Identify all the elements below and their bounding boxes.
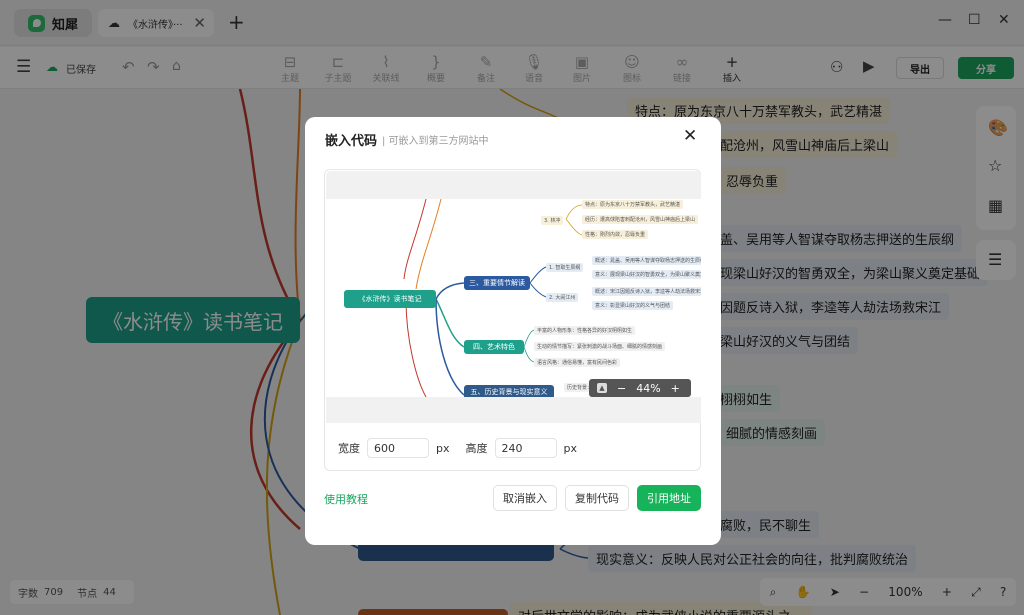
embed-preview-panel: 《水浒传》读书笔记 三、重要情节解读 四、艺术特色 五、历史背景与现实意义 3.… [324,169,701,471]
width-label: 宽度 [338,442,360,455]
preview-branch-node: 三、重要情节解读 [464,276,530,290]
copy-code-button[interactable]: 复制代码 [565,485,629,511]
preview-leaf: 语言风格：通俗易懂，富有民间色彩 [534,358,621,367]
preview-leaf: 特点：原为东京八十万禁军教头，武艺精湛 [582,200,684,209]
embed-code-dialog: 嵌入代码 | 可嵌入到第三方网站中 ✕ 《水浒传》读书笔记 三、重要情节解读 四… [305,117,721,545]
cite-url-button[interactable]: 引用地址 [637,485,701,511]
preview-zoom-out[interactable]: − [617,382,626,395]
preview-leaf: 经历：遭高俅陷害刺配沧州，风雪山神庙后上梁山 [582,215,699,224]
embed-preview[interactable]: 《水浒传》读书笔记 三、重要情节解读 四、艺术特色 五、历史背景与现实意义 3.… [326,171,701,423]
preview-subnode: 1. 智取生辰纲 [546,263,584,272]
preview-leaf: 意义：展现梁山好汉的智勇双全，为梁山聚义奠定基础 [592,270,701,279]
preview-leaf: 性格：刚烈内敛，忍辱负重 [582,230,649,239]
tutorial-link[interactable]: 使用教程 [324,491,368,507]
height-input[interactable] [494,438,557,458]
preview-leaf: 意义：彰显梁山好汉的义气与团结 [592,301,674,310]
preview-leaf: 概述：晁盖、吴用等人智谋夺取杨志押送的生辰纲 [592,256,701,265]
width-input[interactable] [367,438,429,458]
preview-leaf: 概述：宋江因题反诗入狱，李逵等人劫法场救宋江 [592,287,701,296]
cancel-embed-button[interactable]: 取消嵌入 [493,485,557,511]
preview-branch-node: 四、艺术特色 [464,340,524,354]
embed-dimensions: 宽度 px 高度 px [338,438,577,458]
preview-subnode: 2. 大闹江州 [546,293,579,302]
preview-subnode: 3. 林冲 [541,216,564,225]
dialog-subtitle: | 可嵌入到第三方网站中 [382,136,489,147]
preview-branch-node: 五、历史背景与现实意义 [464,385,554,397]
width-unit: px [436,441,450,455]
dialog-title: 嵌入代码 [325,134,378,149]
preview-leaf: 丰富的人物形象：性格各异的好汉栩栩如生 [534,326,636,335]
thumbnail-icon[interactable]: ▲ [597,383,607,393]
height-unit: px [563,441,578,455]
preview-zoom-in[interactable]: + [671,382,680,395]
preview-root-node: 《水浒传》读书笔记 [344,290,436,308]
preview-leaf: 生动的情节描写：紧张刺激的战斗场面、细腻的情感刻画 [534,342,666,351]
preview-zoom-control: ▲ − 44% + [589,379,691,397]
preview-zoom-level: 44% [636,381,661,395]
height-label: 高度 [465,442,488,455]
close-icon[interactable]: ✕ [683,126,697,146]
preview-stage: 《水浒传》读书笔记 三、重要情节解读 四、艺术特色 五、历史背景与现实意义 3.… [326,199,701,397]
